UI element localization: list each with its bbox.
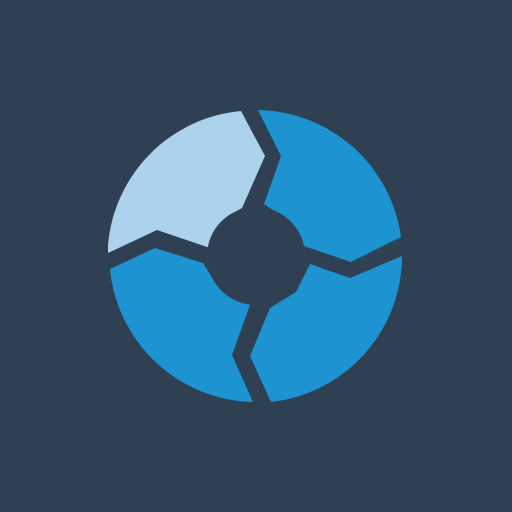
center-hub bbox=[207, 207, 305, 305]
icon-canvas bbox=[0, 0, 512, 512]
segmented-ring-icon bbox=[0, 0, 512, 512]
